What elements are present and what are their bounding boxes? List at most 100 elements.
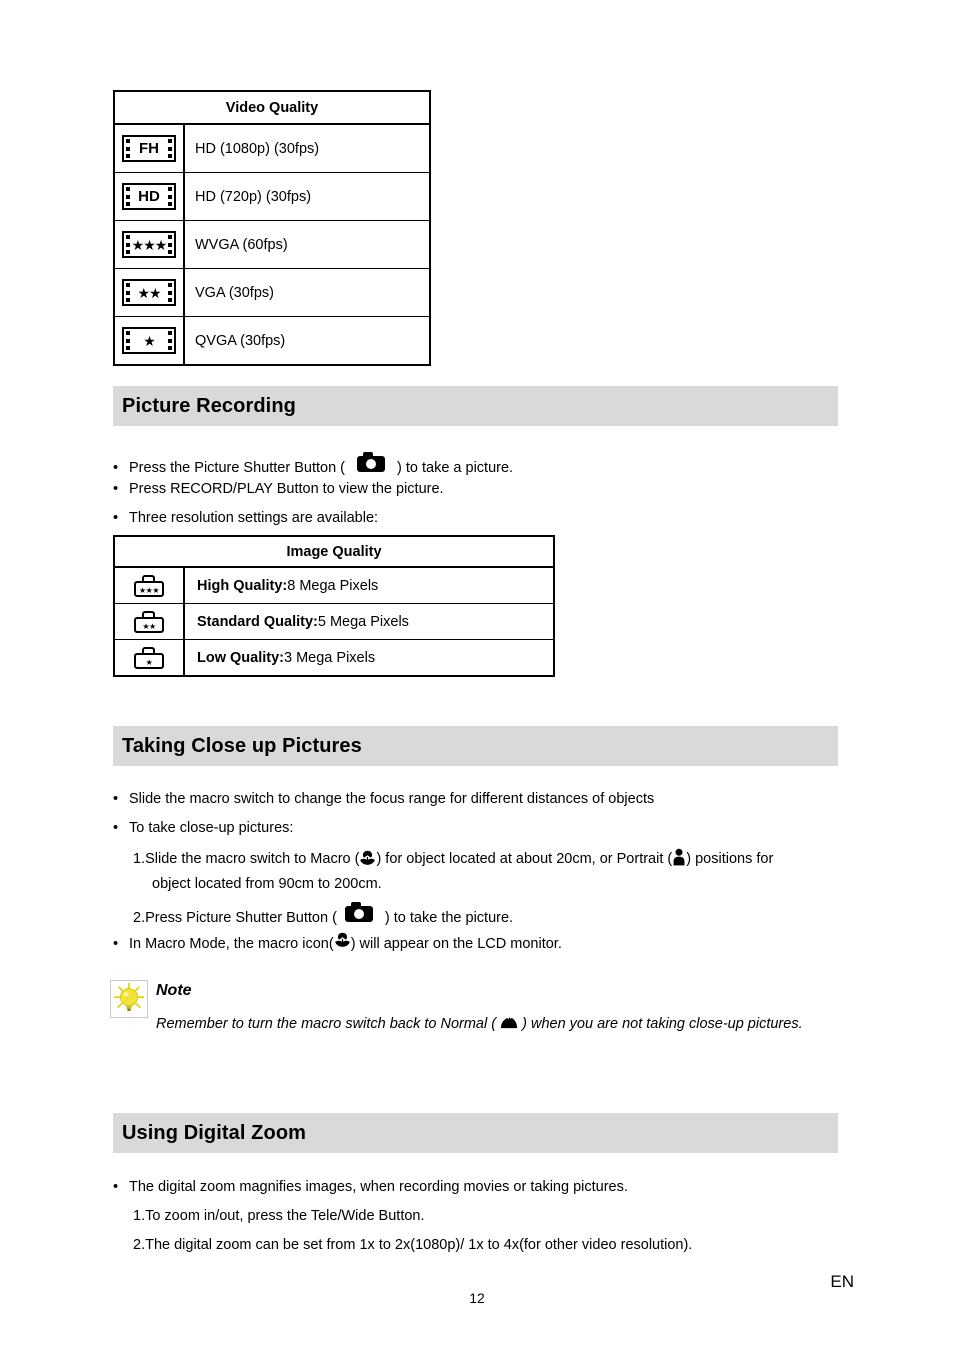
section-header-close-up: Taking Close up Pictures [113, 726, 838, 766]
table-row: ★★ Standard Quality:5 Mega Pixels [113, 603, 555, 640]
film-fh-icon: FH [122, 135, 176, 162]
bullet-text-post: ) to take a picture. [397, 460, 514, 476]
bullet-shutter-button: • Press the Picture Shutter Button ( ) t… [113, 452, 513, 476]
table-header-row: Video Quality [113, 90, 431, 125]
video-quality-label: QVGA (30fps) [183, 316, 431, 366]
section-title: Picture Recording [122, 394, 296, 417]
step-text-part1: 2.Press Picture Shutter Button ( [133, 910, 337, 926]
step-text-part2: ) to take the picture. [384, 910, 514, 926]
camera-two-star-icon: ★★ [134, 610, 164, 633]
bullet-text-pre: Press the Picture Shutter Button ( [129, 460, 345, 476]
video-quality-label: HD (1080p) (30fps) [183, 123, 431, 173]
step-text-part1: 1.Slide the macro switch to Macro ( [133, 851, 360, 867]
video-quality-icon-cell: ★★ [113, 268, 185, 317]
image-quality-label-bold: High Quality: [197, 577, 288, 594]
image-quality-header: Image Quality [113, 535, 555, 568]
image-quality-label: Low Quality:3 Mega Pixels [183, 639, 555, 677]
image-quality-label-value: 5 Mega Pixels [317, 613, 409, 630]
film-icon-stars: ★★ [137, 284, 161, 301]
bullet-text-part2: ) will appear on the LCD monitor. [350, 936, 562, 952]
step-zoom-range: 2.The digital zoom can be set from 1x to… [133, 1237, 693, 1253]
video-quality-table: Video Quality FH HD (1080p) (30fps) HD H… [113, 90, 431, 366]
bullet-three-resolutions: • Three resolution settings are availabl… [113, 510, 378, 526]
step-text-part3: ) positions for [686, 851, 774, 867]
bullet-macro-mode-icon: • In Macro Mode, the macro icon( ) will … [113, 931, 562, 952]
film-icon-stars: ★ [143, 332, 156, 349]
macro-flower-icon [334, 931, 351, 948]
film-icon-stars: ★★★ [131, 236, 168, 253]
table-row: ★ Low Quality:3 Mega Pixels [113, 639, 555, 677]
camera-icon-stars: ★★★ [138, 585, 160, 595]
camera-icon-stars: ★ [145, 657, 153, 667]
film-two-star-icon: ★★ [122, 279, 176, 306]
camera-icon [344, 902, 373, 922]
film-icon-label: FH [139, 140, 159, 157]
section-title: Taking Close up Pictures [122, 734, 362, 757]
bullet-text: Slide the macro switch to change the foc… [129, 791, 655, 807]
section-title: Using Digital Zoom [122, 1121, 307, 1144]
bullet-text-part1: In Macro Mode, the macro icon( [129, 936, 334, 952]
table-row: ★★★ WVGA (60fps) [113, 220, 431, 269]
bullet-text: Press RECORD/PLAY Button to view the pic… [129, 481, 444, 497]
bullet-digital-zoom-desc: • The digital zoom magnifies images, whe… [113, 1179, 628, 1195]
step-slide-macro-switch: 1.Slide the macro switch to Macro ( ) fo… [133, 848, 773, 867]
camera-three-star-icon: ★★★ [134, 574, 164, 597]
image-quality-icon-cell: ★ [113, 639, 185, 677]
note-text-part1: Remember to turn the macro switch back t… [156, 1016, 501, 1032]
bullet-text: The digital zoom magnifies images, when … [129, 1179, 628, 1195]
camera-icon [357, 452, 385, 472]
image-quality-label-bold: Low Quality: [197, 649, 284, 666]
film-one-star-icon: ★ [122, 327, 176, 354]
note-title: Note [156, 982, 192, 999]
film-three-star-icon: ★★★ [122, 231, 176, 258]
video-quality-label: VGA (30fps) [183, 268, 431, 317]
table-row: ★★ VGA (30fps) [113, 268, 431, 317]
bullet-marker: • [113, 510, 119, 526]
mountain-normal-icon [500, 1013, 518, 1029]
language-code: EN [830, 1272, 854, 1291]
macro-flower-icon [359, 849, 376, 866]
step-text-part2: ) for object located at about 20cm, or P… [376, 851, 673, 867]
portrait-person-icon [672, 848, 686, 866]
video-quality-label: HD (720p) (30fps) [183, 172, 431, 221]
table-header-row: Image Quality [113, 535, 555, 568]
film-icon-label: HD [138, 188, 160, 205]
image-quality-label: Standard Quality:5 Mega Pixels [183, 603, 555, 640]
camera-one-star-icon: ★ [134, 646, 164, 669]
camera-icon-stars: ★★ [142, 621, 156, 631]
video-quality-icon-cell: ★★★ [113, 220, 185, 269]
bullet-marker: • [113, 481, 119, 497]
table-row: HD HD (720p) (30fps) [113, 172, 431, 221]
bullet-text: To take close-up pictures: [129, 820, 294, 836]
step-tele-wide-button: 1.To zoom in/out, press the Tele/Wide Bu… [133, 1208, 425, 1224]
image-quality-label-value: 3 Mega Pixels [284, 649, 376, 666]
bullet-macro-switch: • Slide the macro switch to change the f… [113, 791, 654, 807]
image-quality-table: Image Quality ★★★ High Quality:8 Mega Pi… [113, 535, 555, 677]
step-slide-macro-switch-line2: object located from 90cm to 200cm. [152, 876, 382, 892]
section-header-digital-zoom: Using Digital Zoom [113, 1113, 838, 1153]
bullet-record-play: • Press RECORD/PLAY Button to view the p… [113, 481, 444, 497]
image-quality-label: High Quality:8 Mega Pixels [183, 566, 555, 604]
page-number: 12 [469, 1290, 485, 1306]
bullet-text: Three resolution settings are available: [129, 510, 379, 526]
bullet-marker: • [113, 936, 119, 952]
image-quality-icon-cell: ★★★ [113, 566, 185, 604]
table-row: ★★★ High Quality:8 Mega Pixels [113, 566, 555, 604]
note-text-part2: ) when you are not taking close-up pictu… [518, 1016, 803, 1032]
image-quality-label-bold: Standard Quality: [197, 613, 318, 630]
bullet-marker: • [113, 460, 119, 476]
video-quality-icon-cell: ★ [113, 316, 185, 366]
video-quality-header: Video Quality [113, 90, 431, 125]
film-hd-icon: HD [122, 183, 176, 210]
bullet-marker: • [113, 1179, 119, 1195]
step-press-shutter: 2.Press Picture Shutter Button ( ) to ta… [133, 902, 513, 926]
note-text: Remember to turn the macro switch back t… [156, 1012, 840, 1037]
table-row: ★ QVGA (30fps) [113, 316, 431, 366]
bullet-marker: • [113, 791, 119, 807]
manual-page: Video Quality FH HD (1080p) (30fps) HD H… [0, 0, 954, 1350]
video-quality-label: WVGA (60fps) [183, 220, 431, 269]
lightbulb-icon [110, 980, 148, 1018]
image-quality-label-value: 8 Mega Pixels [287, 577, 379, 594]
image-quality-icon-cell: ★★ [113, 603, 185, 640]
section-header-picture-recording: Picture Recording [113, 386, 838, 426]
